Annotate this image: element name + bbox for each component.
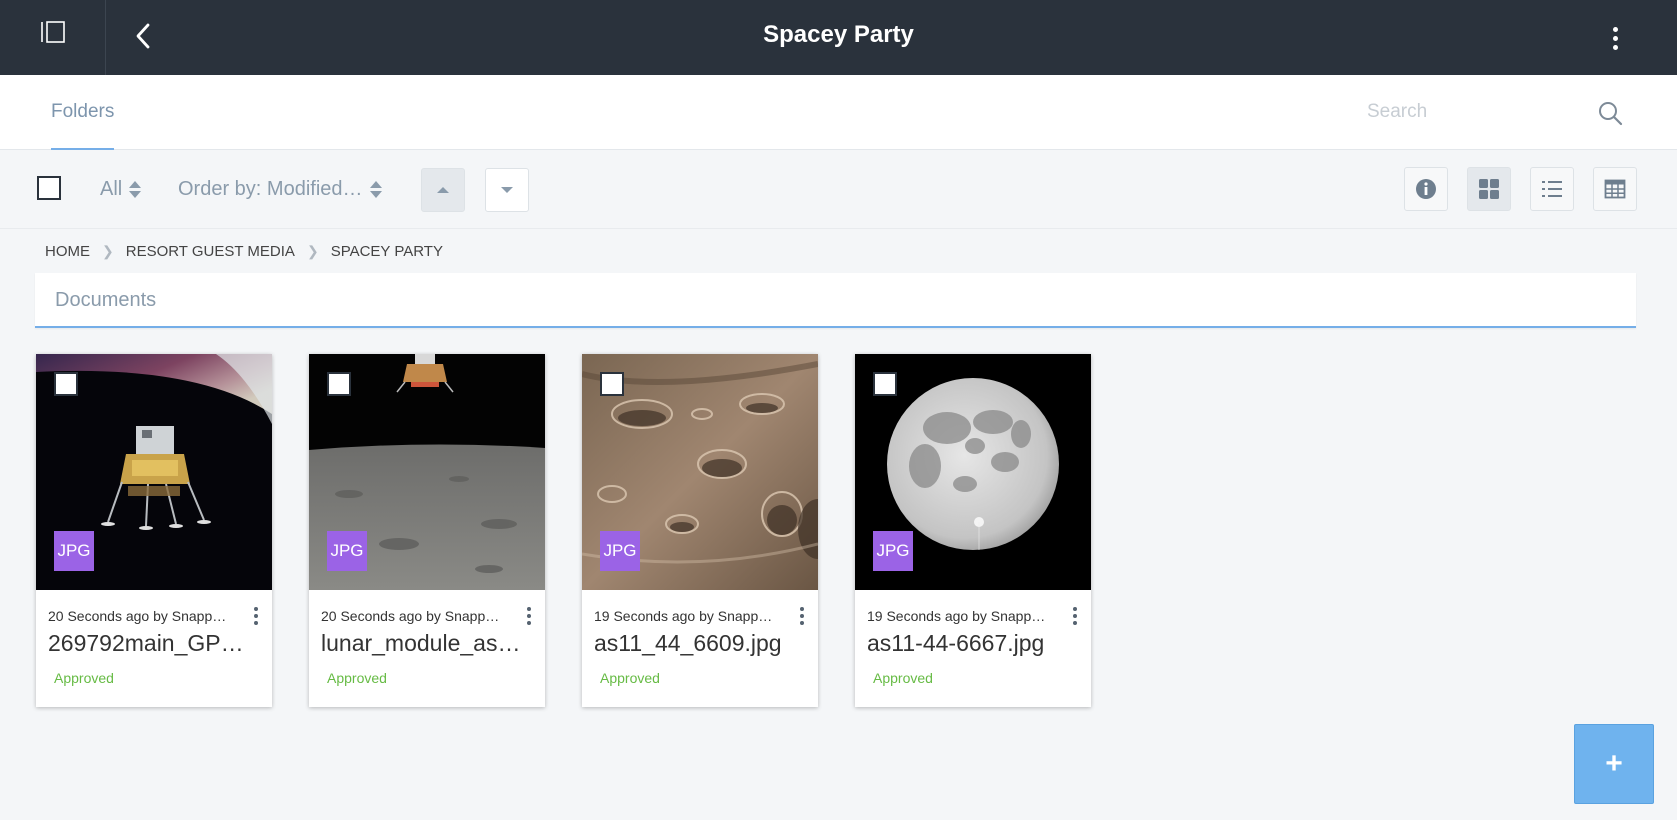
- search-button[interactable]: [1597, 100, 1625, 128]
- tab-bar: Folders: [0, 75, 1677, 150]
- top-bar: Spacey Party: [0, 0, 1677, 75]
- document-card[interactable]: JPG 20 Seconds ago by Snappy … lunar_mod…: [309, 354, 545, 707]
- chevron-right-icon: ❯: [102, 242, 114, 259]
- toolbar: All Order by: Modified…: [0, 151, 1677, 229]
- order-by-label: Order by: Modified…: [178, 178, 363, 200]
- document-card[interactable]: JPG 19 Seconds ago by Snappy … as11-44-6…: [855, 354, 1091, 707]
- document-card[interactable]: JPG 19 Seconds ago by Snappy … as11_44_6…: [582, 354, 818, 707]
- document-name[interactable]: as11_44_6609.jpg: [594, 630, 799, 657]
- search-input[interactable]: [1367, 95, 1587, 129]
- status-badge: Approved: [54, 670, 114, 686]
- kebab-dot: [1612, 44, 1618, 50]
- grid-view-button[interactable]: [1467, 167, 1511, 211]
- page-title: Spacey Party: [763, 21, 914, 48]
- caret-up-icon: [437, 187, 449, 193]
- sort-ascending-button[interactable]: [421, 168, 465, 212]
- filter-dropdown[interactable]: All: [100, 173, 142, 205]
- list-view-button[interactable]: [1530, 167, 1574, 211]
- breadcrumb-home[interactable]: HOME: [45, 243, 90, 260]
- table-view-icon: [1604, 179, 1626, 199]
- document-menu-button[interactable]: [523, 607, 535, 631]
- chevron-right-icon: ❯: [306, 242, 319, 259]
- breadcrumb-spacey-party[interactable]: SPACEY PARTY: [331, 243, 443, 260]
- document-meta: 20 Seconds ago by Snappy …: [48, 608, 233, 624]
- breadcrumb: HOME ❯ RESORT GUEST MEDIA ❯ SPACEY PARTY: [45, 240, 443, 262]
- order-by-dropdown[interactable]: Order by: Modified…: [178, 173, 382, 205]
- documents-section-header: Documents: [35, 273, 1636, 328]
- tab-folders[interactable]: Folders: [51, 75, 115, 150]
- document-checkbox[interactable]: [873, 372, 897, 396]
- caret-down-icon: [501, 187, 513, 193]
- document-name[interactable]: lunar_module_as…: [321, 630, 526, 657]
- search-icon: [1599, 102, 1623, 126]
- file-type-badge: JPG: [873, 531, 913, 571]
- document-name[interactable]: 269792main_GP…: [48, 630, 253, 657]
- document-menu-button[interactable]: [1069, 607, 1081, 631]
- sort-toggle-icon: [129, 180, 142, 198]
- document-checkbox[interactable]: [327, 372, 351, 396]
- file-type-badge: JPG: [600, 531, 640, 571]
- info-icon: [1416, 179, 1436, 199]
- kebab-dot: [1612, 35, 1618, 41]
- filter-label: All: [100, 178, 123, 200]
- document-checkbox[interactable]: [600, 372, 624, 396]
- document-meta: 20 Seconds ago by Snappy …: [321, 608, 506, 624]
- more-options-button[interactable]: [1600, 18, 1630, 58]
- kebab-vertical-icon: [1612, 26, 1618, 32]
- sort-descending-button[interactable]: [485, 168, 529, 212]
- sidebar-toggle-icon: [40, 20, 65, 43]
- grid-view-icon: [1479, 179, 1499, 199]
- document-meta: 19 Seconds ago by Snappy …: [867, 608, 1052, 624]
- breadcrumb-resort-guest-media[interactable]: RESORT GUEST MEDIA: [126, 243, 295, 260]
- file-type-badge: JPG: [54, 531, 94, 571]
- document-checkbox[interactable]: [54, 372, 78, 396]
- add-button[interactable]: +: [1574, 724, 1654, 804]
- sort-toggle-icon: [369, 180, 382, 198]
- file-type-badge: JPG: [327, 531, 367, 571]
- back-button[interactable]: [128, 18, 158, 54]
- status-badge: Approved: [873, 670, 933, 686]
- document-meta: 19 Seconds ago by Snappy …: [594, 608, 779, 624]
- document-name[interactable]: as11-44-6667.jpg: [867, 630, 1072, 657]
- document-menu-button[interactable]: [250, 607, 262, 631]
- document-menu-button[interactable]: [796, 607, 808, 631]
- status-badge: Approved: [327, 670, 387, 686]
- list-view-icon: [1542, 181, 1562, 197]
- status-badge: Approved: [600, 670, 660, 686]
- document-card[interactable]: JPG 20 Seconds ago by Snappy … 269792mai…: [36, 354, 272, 707]
- section-title: Documents: [55, 289, 157, 311]
- table-view-button[interactable]: [1593, 167, 1637, 211]
- select-all-checkbox[interactable]: [37, 176, 61, 200]
- sidebar-toggle-button[interactable]: [0, 0, 106, 75]
- info-button[interactable]: [1404, 167, 1448, 211]
- chevron-left-icon: [136, 23, 150, 49]
